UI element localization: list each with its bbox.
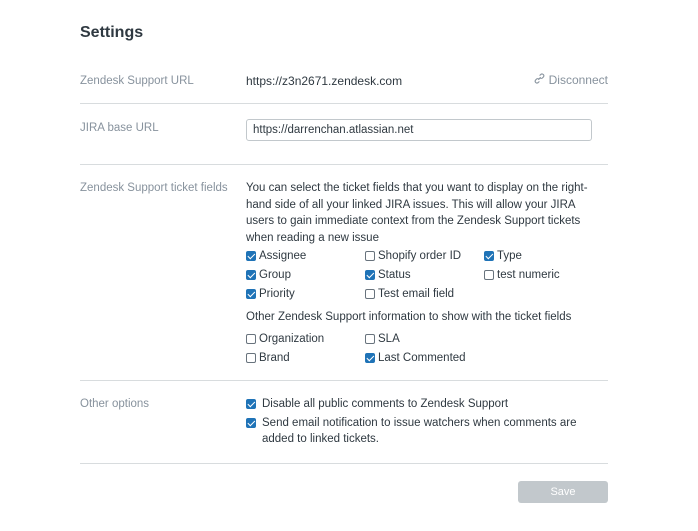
other-organization-checkbox[interactable]: Organization xyxy=(246,333,324,345)
checkbox-icon xyxy=(365,289,375,299)
field-status-checkbox[interactable]: Status xyxy=(365,269,411,281)
field-label: Test email field xyxy=(378,288,455,300)
other-last-commented-checkbox[interactable]: Last Commented xyxy=(365,352,466,364)
other-brand-checkbox[interactable]: Brand xyxy=(246,352,290,364)
checkbox-icon xyxy=(365,251,375,261)
ticket-fields-description: You can select the ticket fields that yo… xyxy=(246,182,588,244)
option-label: Send email notification to issue watcher… xyxy=(262,417,577,445)
divider xyxy=(80,380,608,381)
checkbox-icon xyxy=(246,270,256,280)
field-label: test numeric xyxy=(497,269,560,281)
divider xyxy=(80,103,608,104)
ticket-fields-label: Zendesk Support ticket fields xyxy=(80,182,228,194)
field-label: Status xyxy=(378,269,411,281)
zendesk-url-value: https://z3n2671.zendesk.com xyxy=(246,74,403,88)
link-icon xyxy=(534,73,545,87)
checkbox-icon xyxy=(365,334,375,344)
checkbox-icon xyxy=(365,270,375,280)
disable-public-comments-checkbox[interactable]: Disable all public comments to Zendesk S… xyxy=(246,396,586,412)
field-label: Shopify order ID xyxy=(378,250,462,262)
field-label: Assignee xyxy=(259,250,307,262)
field-label: Last Commented xyxy=(378,352,466,364)
divider xyxy=(80,463,608,464)
field-label: Brand xyxy=(259,352,290,364)
disconnect-label: Disconnect xyxy=(548,73,608,87)
checkbox-icon xyxy=(246,251,256,261)
field-type-checkbox[interactable]: Type xyxy=(484,250,522,262)
field-test-email-checkbox[interactable]: Test email field xyxy=(365,288,454,300)
field-test-numeric-checkbox[interactable]: test numeric xyxy=(484,269,560,281)
field-shopify-order-id-checkbox[interactable]: Shopify order ID xyxy=(365,250,461,262)
option-label: Disable all public comments to Zendesk S… xyxy=(262,398,509,410)
checkbox-icon xyxy=(246,399,256,409)
other-info-heading: Other Zendesk Support information to sho… xyxy=(246,311,572,323)
field-label: Group xyxy=(259,269,291,281)
disconnect-button[interactable]: Disconnect xyxy=(534,73,608,87)
checkbox-icon xyxy=(246,353,256,363)
field-label: Priority xyxy=(259,288,295,300)
checkbox-icon xyxy=(246,289,256,299)
zendesk-url-label: Zendesk Support URL xyxy=(80,75,194,87)
jira-url-input[interactable] xyxy=(246,119,592,141)
checkbox-icon xyxy=(365,353,375,363)
checkbox-icon xyxy=(484,270,494,280)
divider xyxy=(80,164,608,165)
field-priority-checkbox[interactable]: Priority xyxy=(246,288,295,300)
other-sla-checkbox[interactable]: SLA xyxy=(365,333,400,345)
other-options-label: Other options xyxy=(80,398,150,410)
field-label: SLA xyxy=(378,333,400,345)
field-label: Type xyxy=(497,250,522,262)
field-assignee-checkbox[interactable]: Assignee xyxy=(246,250,306,262)
jira-url-label: JIRA base URL xyxy=(80,122,159,134)
field-label: Organization xyxy=(259,333,325,345)
checkbox-icon xyxy=(484,251,494,261)
field-group-checkbox[interactable]: Group xyxy=(246,269,291,281)
page-title: Settings xyxy=(80,24,144,41)
checkbox-icon xyxy=(246,334,256,344)
checkbox-icon xyxy=(246,418,256,428)
save-button[interactable]: Save xyxy=(518,481,608,503)
email-notification-checkbox[interactable]: Send email notification to issue watcher… xyxy=(246,415,586,447)
